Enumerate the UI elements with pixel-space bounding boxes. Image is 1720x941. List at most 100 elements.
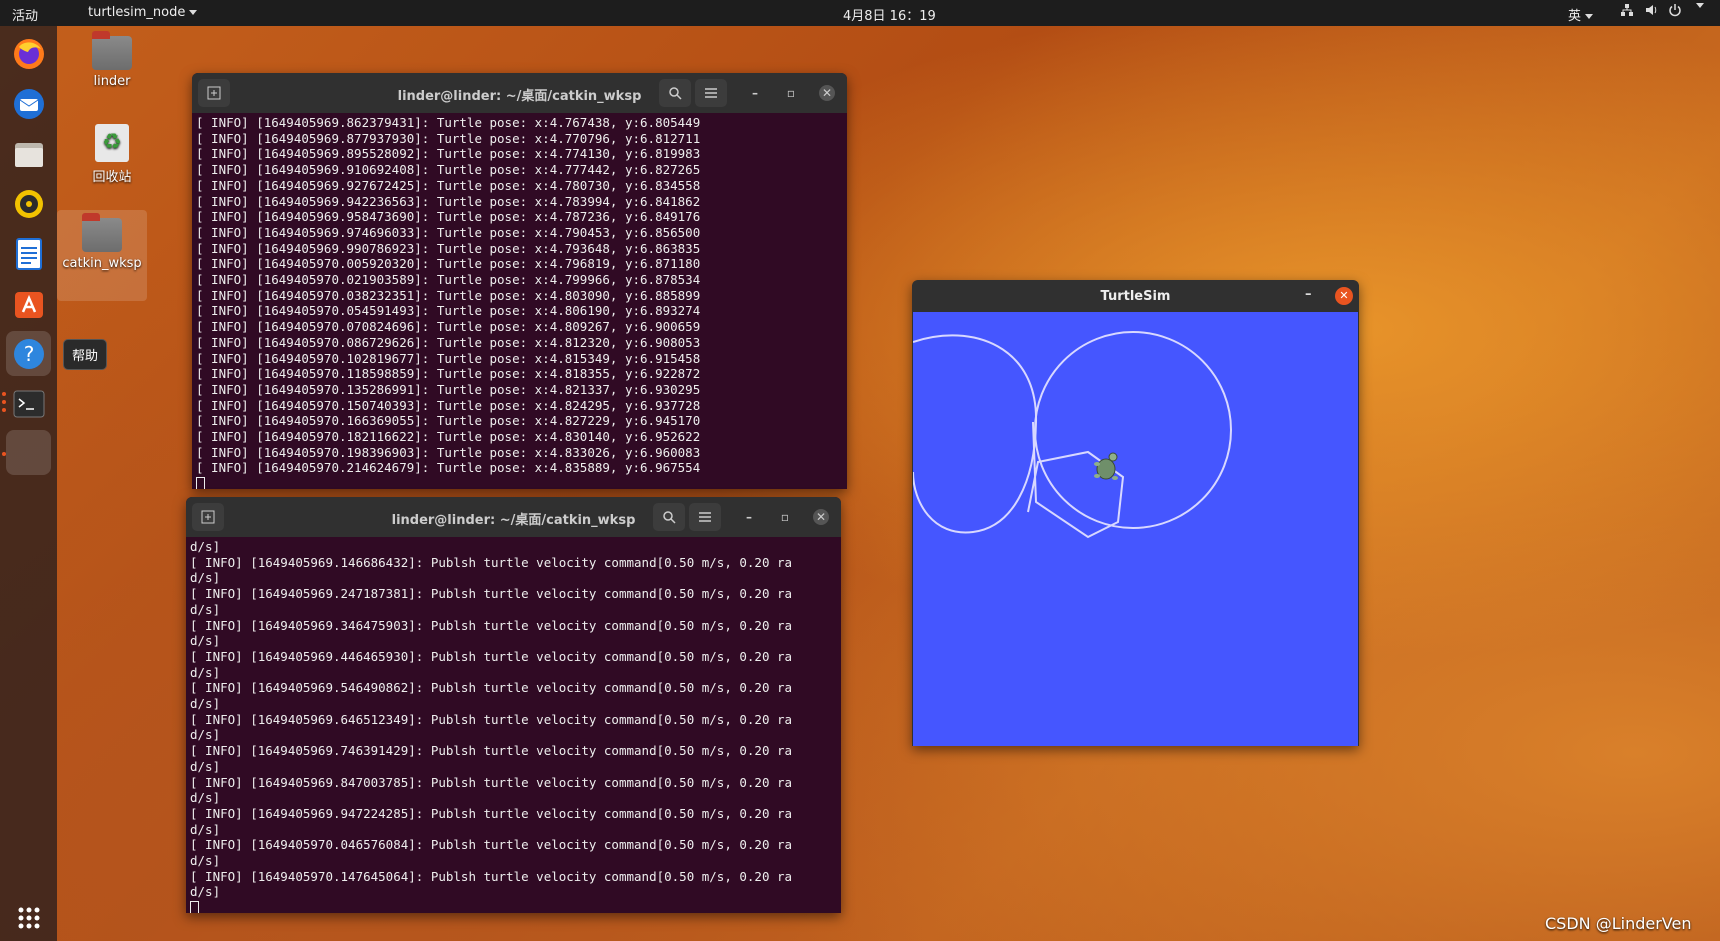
log-line: [ INFO] [1649405969.947224285]: Publsh t… xyxy=(190,805,793,821)
turtlesim-window[interactable]: TurtleSim – ✕ xyxy=(912,280,1359,746)
chevron-down-icon xyxy=(1696,3,1704,8)
log-line: [ INFO] [1649405969.847003785]: Publsh t… xyxy=(190,774,793,790)
files-icon[interactable] xyxy=(6,131,51,176)
log-line: [ INFO] [1649405970.166369055]: Turtle p… xyxy=(196,413,701,429)
power-icon xyxy=(1668,3,1682,21)
menu-button[interactable] xyxy=(695,79,727,107)
log-line: [ INFO] [1649405969.746391429]: Publsh t… xyxy=(190,743,793,759)
log-line: d/s] xyxy=(190,790,221,806)
watermark: CSDN @LinderVen xyxy=(1545,914,1692,933)
log-line: [ INFO] [1649405969.546490862]: Publsh t… xyxy=(190,680,793,696)
volume-icon xyxy=(1644,3,1658,21)
terminal-window-pose[interactable]: linder@linder: ~/桌面/catkin_wksp – ▫ ✕ [ … xyxy=(192,73,847,489)
minimize-button[interactable]: – xyxy=(747,85,763,101)
terminal-cursor xyxy=(196,477,205,489)
search-icon xyxy=(669,87,682,100)
app-menu[interactable]: turtlesim_node xyxy=(88,5,198,20)
dock-tooltip: 帮助 xyxy=(63,339,108,370)
minimize-button[interactable]: – xyxy=(1305,287,1312,302)
terminal-output[interactable]: d/s] [ INFO] [1649405969.146686432]: Pub… xyxy=(186,537,841,913)
log-line: [ INFO] [1649405969.910692408]: Turtle p… xyxy=(196,162,701,178)
minimize-button[interactable]: – xyxy=(741,509,757,525)
log-line: [ INFO] [1649405969.877937930]: Turtle p… xyxy=(196,130,701,146)
log-line: [ INFO] [1649405969.958473690]: Turtle p… xyxy=(196,209,701,225)
activities-button[interactable]: 活动 xyxy=(12,5,38,24)
title-bar[interactable]: linder@linder: ~/桌面/catkin_wksp – ▫ ✕ xyxy=(192,73,847,113)
menu-button[interactable] xyxy=(689,503,721,531)
log-line: d/s] xyxy=(190,758,221,774)
title-bar[interactable]: linder@linder: ~/桌面/catkin_wksp – ▫ ✕ xyxy=(186,497,841,537)
close-button[interactable]: ✕ xyxy=(813,509,829,525)
terminal-icon[interactable] xyxy=(6,381,51,426)
log-line: [ INFO] [1649405969.942236563]: Turtle p… xyxy=(196,193,701,209)
thunderbird-icon[interactable] xyxy=(6,81,51,126)
desktop-icon-label: 回收站 xyxy=(92,170,132,185)
terminal-output[interactable]: [ INFO] [1649405969.862379431]: Turtle p… xyxy=(192,113,847,489)
log-line: [ INFO] [1649405970.135286991]: Turtle p… xyxy=(196,381,701,397)
log-line: d/s] xyxy=(190,539,221,554)
software-icon[interactable] xyxy=(6,281,51,326)
hamburger-icon xyxy=(705,88,717,98)
log-line: d/s] xyxy=(190,664,221,680)
desktop-icon-label: catkin_wksp xyxy=(62,256,142,271)
folder-icon xyxy=(82,213,122,252)
help-icon[interactable]: ? xyxy=(6,331,51,376)
log-line: [ INFO] [1649405970.054591493]: Turtle p… xyxy=(196,303,701,319)
log-line: [ INFO] [1649405969.990786923]: Turtle p… xyxy=(196,240,701,256)
search-icon xyxy=(663,511,676,524)
log-line: d/s] xyxy=(190,601,221,617)
log-line: [ INFO] [1649405969.974696033]: Turtle p… xyxy=(196,224,701,240)
search-button[interactable] xyxy=(653,503,685,531)
dock: ? xyxy=(0,26,57,941)
log-line: [ INFO] [1649405969.146686432]: Publsh t… xyxy=(190,554,793,570)
log-line: [ INFO] [1649405970.070824696]: Turtle p… xyxy=(196,319,701,335)
desktop-icon-trash[interactable]: ♻ 回收站 xyxy=(67,124,157,185)
search-button[interactable] xyxy=(659,79,691,107)
app-menu-label: turtlesim_node xyxy=(88,5,186,20)
top-bar: 活动 turtlesim_node 4月8日 16：19 英 xyxy=(0,0,1720,26)
log-line: d/s] xyxy=(190,727,221,743)
chevron-down-icon xyxy=(1585,14,1594,19)
log-line: [ INFO] [1649405970.118598859]: Turtle p… xyxy=(196,366,701,382)
close-button[interactable]: ✕ xyxy=(1335,287,1353,305)
rhythmbox-icon[interactable] xyxy=(6,181,51,226)
input-method-indicator[interactable]: 英 xyxy=(1568,5,1594,24)
desktop-icon-catkin-wksp[interactable]: catkin_wksp xyxy=(57,210,147,301)
maximize-button[interactable]: ▫ xyxy=(783,85,799,101)
network-icon xyxy=(1620,3,1634,21)
desktop-icon-label: linder xyxy=(93,74,131,89)
clock[interactable]: 4月8日 16：19 xyxy=(843,5,936,24)
log-line: d/s] xyxy=(190,570,221,586)
log-line: d/s] xyxy=(190,853,221,869)
hamburger-icon xyxy=(699,512,711,522)
log-line: [ INFO] [1649405970.198396903]: Turtle p… xyxy=(196,444,701,460)
svg-text:?: ? xyxy=(23,342,34,366)
trash-icon: ♻ xyxy=(95,124,129,162)
log-line: [ INFO] [1649405970.086729626]: Turtle p… xyxy=(196,334,701,350)
log-line: [ INFO] [1649405969.646512349]: Publsh t… xyxy=(190,711,793,727)
terminal-window-velocity[interactable]: linder@linder: ~/桌面/catkin_wksp – ▫ ✕ d/… xyxy=(186,497,841,913)
writer-icon[interactable] xyxy=(6,231,51,276)
log-line: d/s] xyxy=(190,696,221,712)
title-bar[interactable]: TurtleSim – ✕ xyxy=(912,280,1359,312)
turtle-icon xyxy=(1093,452,1119,482)
log-line: [ INFO] [1649405970.038232351]: Turtle p… xyxy=(196,287,701,303)
log-line: d/s] xyxy=(190,821,221,837)
maximize-button[interactable]: ▫ xyxy=(777,509,793,525)
log-line: d/s] xyxy=(190,884,221,900)
log-line: [ INFO] [1649405969.446465930]: Publsh t… xyxy=(190,648,793,664)
home-folder-icon xyxy=(92,31,132,70)
terminal-cursor xyxy=(190,901,199,913)
system-menu[interactable] xyxy=(1620,3,1704,21)
log-line: [ INFO] [1649405969.247187381]: Publsh t… xyxy=(190,586,793,602)
log-line: [ INFO] [1649405970.214624679]: Turtle p… xyxy=(196,460,701,476)
blank-icon[interactable] xyxy=(6,430,51,475)
firefox-icon[interactable] xyxy=(6,31,51,76)
log-line: [ INFO] [1649405969.862379431]: Turtle p… xyxy=(196,115,701,130)
close-button[interactable]: ✕ xyxy=(819,85,835,101)
turtlesim-canvas[interactable] xyxy=(912,312,1358,746)
show-apps-icon[interactable] xyxy=(6,895,51,940)
log-line: [ INFO] [1649405970.150740393]: Turtle p… xyxy=(196,397,701,413)
log-line: [ INFO] [1649405969.927672425]: Turtle p… xyxy=(196,177,701,193)
desktop-icon-home[interactable]: linder xyxy=(67,31,157,89)
